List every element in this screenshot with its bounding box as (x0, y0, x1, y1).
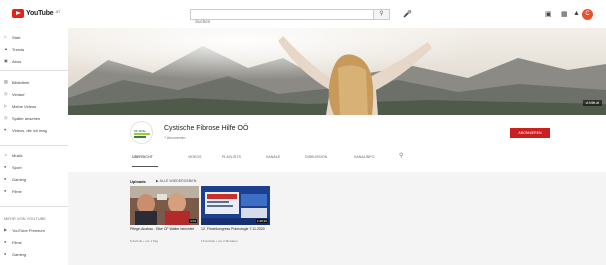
channel-header: CF-Hilfe Cystische Fibrose Hilfe OÖ 7 Ab… (68, 115, 606, 172)
banner-link-badge[interactable]: cf-hilfe.at (582, 100, 602, 106)
top-bar: YouTube AT ⚲ 🎤 ▣ ▦ ▲ C (0, 0, 606, 28)
notifications-icon[interactable]: ▲ (573, 10, 580, 17)
search-box[interactable] (190, 9, 390, 26)
sidebar-item-abos[interactable]: Abos (12, 59, 21, 64)
channel-banner: cf-hilfe.at (68, 28, 606, 115)
tab-channels[interactable]: KANÄLE (266, 155, 280, 159)
tab-discussion[interactable]: DISKUSSION (305, 155, 327, 159)
history-icon: ◷ (4, 91, 8, 96)
subscriptions-icon: ▣ (4, 58, 8, 63)
subscriber-count: 7 Abonnenten (164, 136, 186, 140)
logo-stripe (134, 133, 150, 135)
films-icon: ● (4, 188, 7, 193)
video-title[interactable]: Pflege-Ausbau - Elke CF Walter berichtet (130, 227, 200, 232)
apps-icon[interactable]: ▦ (561, 10, 568, 18)
youtube-play-icon (12, 9, 24, 18)
channel-search-icon[interactable]: ⚲ (399, 152, 403, 159)
subscribe-button[interactable]: ABONNIEREN (510, 128, 550, 138)
watch-later-icon: ◷ (4, 115, 8, 120)
music-icon: ♫ (4, 152, 7, 157)
country-code: AT (55, 8, 61, 14)
section-title: Uploads (130, 179, 146, 184)
youtube-logo[interactable]: YouTube AT (12, 9, 60, 18)
sidebar-item-bibliothek[interactable]: Bibliothek (12, 80, 29, 85)
play-all-label: ALLE WIEDERGEBEN (159, 179, 197, 183)
trending-icon: ▲ (4, 46, 8, 51)
tab-about[interactable]: KANALINFO (354, 155, 374, 159)
sidebar-item-gaming[interactable]: Gaming (12, 177, 26, 182)
video-title[interactable]: 12. Fördekongress Pulmologie 7.11.2020 (201, 227, 271, 232)
play-icon: ▶ (156, 179, 159, 183)
my-videos-icon: ▷ (4, 103, 8, 108)
logo-text: YouTube (26, 10, 54, 17)
gaming-icon: ● (4, 251, 7, 256)
upload-icon[interactable]: ▣ (545, 10, 552, 18)
sidebar-item-more-gaming[interactable]: Gaming (12, 252, 26, 257)
sidebar-divider (0, 70, 68, 71)
search-input[interactable] (191, 17, 369, 26)
video-duration: 3:04 (189, 219, 197, 223)
youtube-premium-icon: ▶ (4, 227, 8, 232)
logo-stripe (134, 136, 146, 138)
uploads-section: Uploads ▶ ALLE WIEDERGEBEN 3:04 Pflege-A… (68, 172, 606, 265)
channel-name: Cystische Fibrose Hilfe OÖ (164, 125, 249, 132)
sidebar-item-sport[interactable]: Sport (12, 165, 22, 170)
liked-icon: ♥ (4, 127, 7, 132)
video-thumbnail[interactable]: 3:04 (130, 186, 199, 225)
avatar[interactable]: C (582, 9, 593, 20)
sidebar-divider (0, 145, 68, 146)
sidebar-item-spaeter[interactable]: Später ansehen (12, 116, 40, 121)
video-duration: 1:28:10 (255, 219, 268, 223)
library-icon: ▧ (4, 79, 8, 84)
films-icon: ● (4, 239, 7, 244)
sidebar-item-musik[interactable]: Musik (12, 153, 22, 158)
search-button[interactable]: ⚲ (373, 9, 390, 20)
sidebar-item-start[interactable]: Start (12, 35, 20, 40)
video-meta: 19 Aufrufe • vor 2 Monaten (201, 239, 238, 243)
gaming-icon: ● (4, 176, 7, 181)
video-meta: 6 Aufrufe • vor 1 Tag (130, 239, 158, 243)
channel-avatar: CF-Hilfe (130, 121, 153, 144)
sidebar-item-trends[interactable]: Trends (12, 47, 24, 52)
sidebar-section-title: MEHR VON YOUTUBE (4, 216, 46, 221)
sidebar: ⌂ Start ▲ Trends ▣ Abos ▧ Bibliothek ◷ V… (0, 28, 68, 265)
sidebar-item-meine-videos[interactable]: Meine Videos (12, 104, 36, 109)
sidebar-item-liked[interactable]: Videos, die ich mag (12, 128, 47, 133)
home-icon: ⌂ (4, 34, 7, 39)
search-icon: ⚲ (379, 11, 384, 17)
sidebar-item-filme[interactable]: Filme (12, 189, 22, 194)
play-all-button[interactable]: ▶ ALLE WIEDERGEBEN (156, 179, 196, 183)
tab-playlists[interactable]: PLAYLISTS (222, 155, 241, 159)
video-thumbnail[interactable]: 1:28:10 (201, 186, 270, 225)
microphone-icon[interactable]: 🎤 (403, 10, 412, 18)
sidebar-divider (0, 206, 68, 207)
sidebar-item-more-filme[interactable]: Filme (12, 240, 22, 245)
sidebar-item-verlauf[interactable]: Verlauf (12, 92, 24, 97)
banner-image (68, 28, 606, 115)
tab-videos[interactable]: VIDEOS (188, 155, 202, 159)
tab-overview[interactable]: ÜBERSICHT (132, 155, 153, 159)
sidebar-item-premium[interactable]: YouTube Premium (12, 228, 45, 233)
sport-icon: ● (4, 164, 7, 169)
active-tab-indicator (132, 166, 158, 167)
